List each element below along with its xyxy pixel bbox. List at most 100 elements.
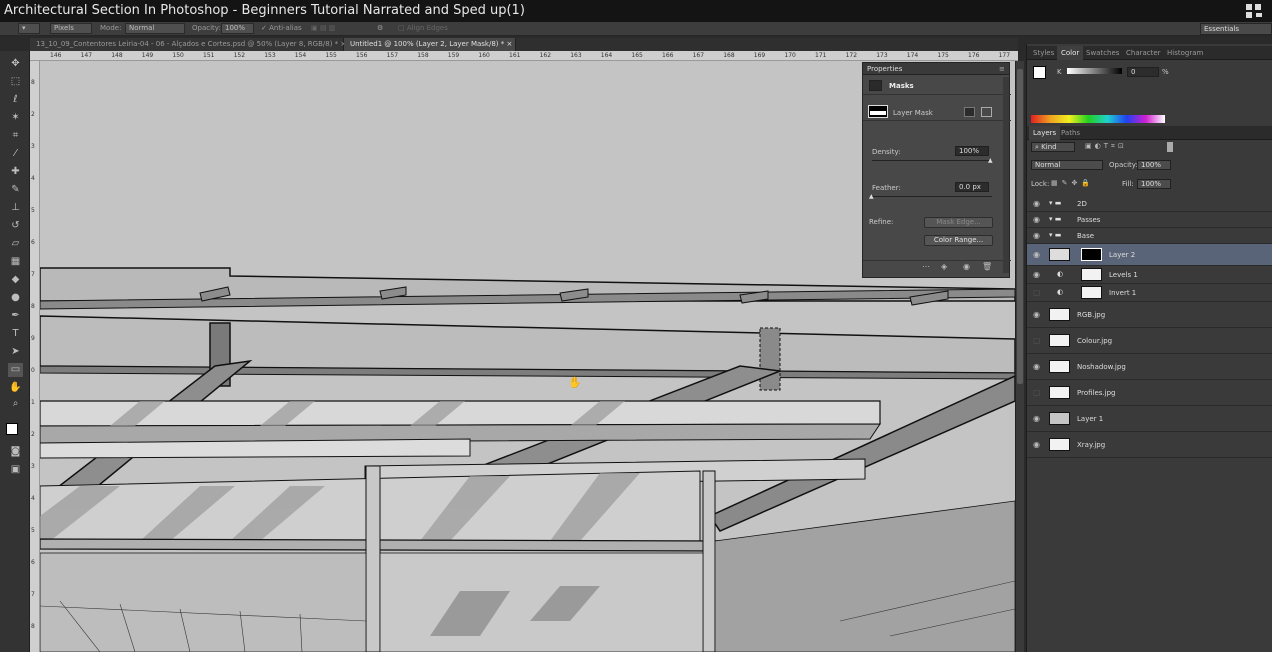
rgb-layer-row[interactable]: ◉ RGB.jpg bbox=[1027, 302, 1272, 328]
healing-brush-icon[interactable]: ✚ bbox=[8, 165, 23, 179]
layer-1-row[interactable]: ◉ Layer 1 bbox=[1027, 406, 1272, 432]
tool-preset-picker[interactable]: ▾ bbox=[18, 23, 40, 34]
doc-tab-2[interactable]: Untitled1 @ 100% (Layer 2, Layer Mask/8)… bbox=[344, 38, 516, 51]
color-foreground-swatch[interactable] bbox=[1033, 66, 1046, 79]
color-range-button[interactable]: Color Range... bbox=[924, 235, 993, 246]
zoom-tool-icon[interactable]: ⌕ bbox=[8, 397, 23, 411]
eye-icon[interactable]: ◉ bbox=[1033, 250, 1040, 259]
crop-tool-icon[interactable]: ⌗ bbox=[8, 129, 23, 143]
tab-swatches[interactable]: Swatches bbox=[1082, 46, 1123, 60]
properties-scrollbar[interactable] bbox=[1003, 77, 1009, 273]
k-slider[interactable] bbox=[1067, 68, 1122, 74]
gear-icon[interactable]: ⚙ bbox=[377, 24, 383, 32]
brush-tool-icon[interactable]: ✎ bbox=[8, 183, 23, 197]
move-tool-icon[interactable]: ✥ bbox=[8, 57, 23, 71]
expand-icon[interactable]: ▾ ▬ bbox=[1049, 231, 1061, 239]
hidden-eye-icon[interactable]: ▢ bbox=[1033, 336, 1041, 345]
marquee-tool-icon[interactable]: ⬚ bbox=[8, 75, 23, 89]
fill-input[interactable]: 100% bbox=[1137, 179, 1171, 189]
layer-group-passes[interactable]: ◉ ▾ ▬ Passes bbox=[1027, 212, 1272, 228]
history-brush-icon[interactable]: ↺ bbox=[8, 219, 23, 233]
profiles-layer-row[interactable]: ▢ Profiles.jpg bbox=[1027, 380, 1272, 406]
layer-group-2d[interactable]: ◉ ▾ ▬ 2D bbox=[1027, 196, 1272, 212]
eye-icon[interactable]: ◉ bbox=[1033, 414, 1040, 423]
hidden-eye-icon[interactable]: ▢ bbox=[1033, 388, 1041, 397]
path-selection-icon[interactable]: ➤ bbox=[8, 345, 23, 359]
opacity-input[interactable]: 100% bbox=[221, 23, 254, 34]
tab-layers[interactable]: Layers bbox=[1029, 126, 1061, 140]
apply-mask-icon[interactable]: ◈ bbox=[941, 262, 947, 271]
filter-toggle-icon[interactable] bbox=[1167, 142, 1173, 152]
tab-character[interactable]: Character bbox=[1122, 46, 1165, 60]
antialias-checkbox[interactable]: ✓ Anti-alias bbox=[261, 24, 302, 32]
color-spectrum-bar[interactable] bbox=[1031, 115, 1165, 123]
layer-opacity-input[interactable]: 100% bbox=[1137, 160, 1171, 170]
expand-icon[interactable]: ▾ ▬ bbox=[1049, 199, 1061, 207]
density-slider-handle[interactable]: ▲ bbox=[988, 157, 993, 164]
eye-icon[interactable]: ◉ bbox=[1033, 215, 1040, 224]
align-edges-checkbox[interactable]: □ Align Edges bbox=[398, 24, 448, 32]
foreground-color-swatch[interactable] bbox=[6, 423, 18, 435]
tab-color[interactable]: Color bbox=[1057, 46, 1084, 60]
feather-input[interactable]: 0.0 px bbox=[955, 182, 989, 192]
density-input[interactable]: 100% bbox=[955, 146, 989, 156]
tab-styles[interactable]: Styles bbox=[1029, 46, 1058, 60]
colour-layer-row[interactable]: ▢ Colour.jpg bbox=[1027, 328, 1272, 354]
blend-mode-select[interactable]: Normal bbox=[1031, 160, 1103, 170]
quick-mask-icon[interactable]: ◙ bbox=[8, 445, 23, 459]
blur-tool-icon[interactable]: ◆ bbox=[8, 273, 23, 287]
noshadow-layer-row[interactable]: ◉ Noshadow.jpg bbox=[1027, 354, 1272, 380]
add-vector-mask-icon[interactable] bbox=[981, 107, 992, 117]
units-select[interactable]: Pixels bbox=[50, 23, 92, 34]
type-tool-icon[interactable]: T bbox=[8, 327, 23, 341]
panel-menu-icon[interactable]: ≡ bbox=[999, 65, 1005, 73]
mask-edge-button[interactable]: Mask Edge... bbox=[924, 217, 993, 228]
clone-stamp-icon[interactable]: ⊥ bbox=[8, 201, 23, 215]
eraser-icon[interactable]: ▱ bbox=[8, 237, 23, 251]
eye-icon[interactable]: ◉ bbox=[1033, 231, 1040, 240]
layer-2-row[interactable]: ◉ Layer 2 bbox=[1027, 244, 1272, 266]
close-icon[interactable]: × bbox=[506, 40, 512, 48]
feather-slider-handle[interactable]: ▲ bbox=[869, 193, 874, 200]
invert-1-row[interactable]: ▢ ◐ Invert 1 bbox=[1027, 284, 1272, 302]
layer-name: Xray.jpg bbox=[1077, 441, 1106, 449]
eyedropper-icon[interactable]: ⁄ bbox=[8, 147, 23, 161]
eye-icon[interactable]: ◉ bbox=[1033, 270, 1040, 279]
density-slider[interactable] bbox=[872, 160, 992, 161]
screen-mode-icon[interactable]: ▣ bbox=[8, 463, 23, 477]
eye-icon[interactable]: ◉ bbox=[1033, 199, 1040, 208]
path-ops-icons[interactable]: ▣ ▤ ▥ bbox=[311, 24, 335, 32]
tab-histogram[interactable]: Histogram bbox=[1163, 46, 1207, 60]
hidden-eye-icon[interactable]: ▢ bbox=[1033, 288, 1041, 297]
levels-1-row[interactable]: ◉ ◐ Levels 1 bbox=[1027, 266, 1272, 284]
delete-mask-icon[interactable]: 🗑 bbox=[982, 262, 992, 271]
pen-tool-icon[interactable]: ✒ bbox=[8, 309, 23, 323]
scrollbar-thumb[interactable] bbox=[1017, 69, 1023, 384]
expand-icon[interactable]: ▾ ▬ bbox=[1049, 215, 1061, 223]
eye-icon[interactable]: ◉ bbox=[1033, 310, 1040, 319]
add-pixel-mask-icon[interactable] bbox=[964, 107, 975, 117]
lock-icons[interactable]: ▦✎✥🔒 bbox=[1051, 179, 1094, 187]
xray-layer-row[interactable]: ◉ Xray.jpg bbox=[1027, 432, 1272, 458]
rectangle-tool-icon[interactable]: ▭ bbox=[8, 363, 23, 377]
k-value-input[interactable]: 0 bbox=[1127, 67, 1159, 77]
workspace-switcher[interactable]: Essentials bbox=[1200, 23, 1272, 35]
visibility-icon[interactable]: ◉ bbox=[963, 262, 970, 271]
eye-icon[interactable]: ◉ bbox=[1033, 440, 1040, 449]
gradient-tool-icon[interactable]: ▦ bbox=[8, 255, 23, 269]
layer-filter-kind-select[interactable]: ⌕ Kind bbox=[1031, 142, 1075, 152]
canvas-vertical-scrollbar[interactable] bbox=[1015, 61, 1024, 652]
feather-slider[interactable] bbox=[872, 196, 992, 197]
hand-tool-icon[interactable]: ✋ bbox=[8, 381, 23, 395]
layer-filter-icons[interactable]: ▣◐T⌗⊡ bbox=[1085, 142, 1127, 151]
lasso-tool-icon[interactable]: ℓ bbox=[8, 93, 23, 107]
tab-paths[interactable]: Paths bbox=[1057, 126, 1084, 140]
doc-tab-1[interactable]: 13_10_09_Contentores Leiria-04 - 06 - Al… bbox=[30, 38, 346, 51]
eye-icon[interactable]: ◉ bbox=[1033, 362, 1040, 371]
mode-select[interactable]: Normal bbox=[125, 23, 185, 34]
layer-group-base[interactable]: ◉ ▾ ▬ Base bbox=[1027, 228, 1272, 244]
load-selection-icon[interactable]: ⋯ bbox=[922, 262, 930, 271]
dodge-tool-icon[interactable]: ● bbox=[8, 291, 23, 305]
magic-wand-icon[interactable]: ✶ bbox=[8, 111, 23, 125]
fullscreen-icon[interactable] bbox=[1246, 4, 1264, 18]
